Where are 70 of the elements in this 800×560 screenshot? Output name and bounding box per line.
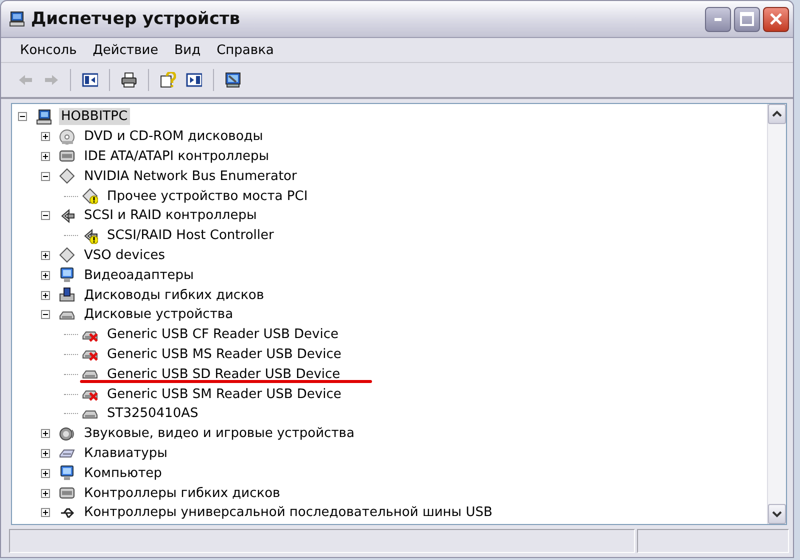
caret-down-icon [772,510,782,518]
tree-item[interactable]: Компьютер [82,464,164,482]
tree-item[interactable]: HOBBITPC [59,108,130,126]
expand-icon[interactable] [41,448,50,458]
expand-icon[interactable] [41,488,50,498]
close-icon [769,12,783,26]
printer-icon [121,72,137,88]
expand-icon[interactable] [41,152,50,161]
speaker-icon [59,426,75,442]
controller-icon [59,485,75,502]
menu-item[interactable]: Консоль [13,40,84,60]
caret-up-icon [772,110,782,118]
collapse-icon[interactable] [18,112,27,122]
help-icon [160,72,176,88]
maximize-icon [740,12,754,26]
floppy-drive-icon [59,287,75,304]
scrollbar[interactable] [767,104,786,524]
tree-item[interactable]: Дисковые устройства [82,306,236,324]
collapse-icon[interactable] [41,172,50,181]
minimize-icon [714,18,722,20]
panel-icon [186,72,202,88]
monitor-icon [59,267,75,284]
tree-item[interactable]: SCSI/RAID Host Controller [105,227,276,244]
menu-item[interactable]: Справка [210,40,281,60]
forward-arrow-icon [43,72,59,88]
expand-icon[interactable] [41,468,50,478]
computer-icon [36,108,52,125]
expand-icon[interactable] [41,270,50,280]
close-button[interactable] [763,6,789,32]
expand-icon[interactable] [41,508,50,518]
tree-item[interactable]: Клавиатуры [82,444,170,462]
tree-item[interactable]: NVIDIA Network Bus Enumerator [82,168,299,185]
monitor-icon [225,72,241,88]
tree-item[interactable]: Generic USB SD Reader USB Device [105,366,342,383]
tree-item[interactable]: Контроллеры гибких дисков [82,484,282,502]
maximize-button[interactable] [734,6,760,32]
menu-item[interactable]: Вид [167,40,208,60]
tree-item[interactable]: Звуковые, видео и игровые устройства [82,425,356,442]
expand-icon[interactable] [41,132,50,142]
diamond-icon [59,168,75,184]
minimize-button[interactable] [705,6,731,32]
tree-item[interactable]: Дисководы гибких дисков [82,286,266,304]
tree-item[interactable]: Generic USB SM Reader USB Device [105,386,344,403]
tree-item[interactable]: Контроллеры универсальной последовательной шины USB [82,504,494,522]
collapse-icon[interactable] [41,310,50,320]
tree-item[interactable]: Видеоадаптеры [82,266,196,284]
computer-icon [9,11,25,27]
tree-item[interactable]: Прочее устройство моста PCI [105,188,310,205]
scroll-up-button[interactable] [768,104,786,124]
controller-icon [59,148,75,164]
back-arrow-icon [17,72,33,88]
tree-item[interactable]: ST3250410AS [105,405,200,422]
tree-item[interactable]: DVD и CD-ROM дисководы [82,128,266,146]
tree-item[interactable]: VSO devices [82,246,167,264]
diamond-icon [59,247,75,264]
expand-icon[interactable] [41,429,50,438]
monitor-icon [59,465,75,482]
tree-item[interactable]: SCSI и RAID контроллеры [82,207,259,224]
panel-icon [82,72,98,88]
tree-item[interactable]: Generic USB MS Reader USB Device [105,346,344,363]
window-title: Диспетчер устройств [31,9,242,29]
scsi-icon [59,208,75,224]
disc-icon [59,128,75,145]
tree-item[interactable]: IDE ATA/ATAPI контроллеры [82,148,272,165]
collapse-icon[interactable] [41,211,50,220]
menu-item[interactable]: Действие [86,40,166,60]
expand-icon[interactable] [41,290,50,300]
scroll-down-button[interactable] [768,504,786,524]
expand-icon[interactable] [41,250,50,260]
tree-item[interactable]: Generic USB CF Reader USB Device [105,326,340,344]
